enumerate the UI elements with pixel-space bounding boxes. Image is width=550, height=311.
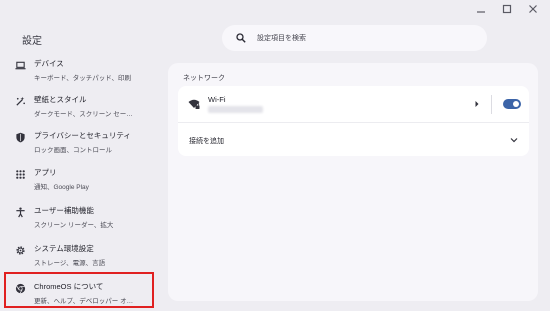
sidebar-item-device[interactable]: デバイス キーボード、タッチパッド、印刷 bbox=[14, 56, 154, 88]
add-connection-row[interactable]: 接続を追加 bbox=[178, 123, 529, 156]
search-input[interactable]: 設定項目を検索 bbox=[257, 33, 306, 43]
sidebar-item-subtitle: キーボード、タッチパッド、印刷 bbox=[34, 75, 131, 82]
wifi-network-name-redacted bbox=[208, 106, 263, 113]
laptop-icon bbox=[14, 59, 26, 71]
sidebar-item-title: アプリ bbox=[34, 168, 57, 177]
network-heading: ネットワーク bbox=[183, 75, 225, 82]
search-icon bbox=[236, 33, 246, 43]
sidebar-item-system[interactable]: システム環境設定 ストレージ、電源、言語 bbox=[14, 241, 154, 273]
sidebar-item-subtitle: ロック画面、コントロール bbox=[34, 147, 112, 154]
sidebar-item-subtitle: 通知、Google Play bbox=[34, 184, 89, 191]
chevron-right-icon[interactable] bbox=[474, 100, 480, 108]
chevron-down-icon[interactable] bbox=[510, 136, 518, 144]
highlight-box bbox=[4, 272, 154, 308]
sidebar-item-apps[interactable]: アプリ 通知、Google Play bbox=[14, 165, 154, 197]
sidebar-item-title: デバイス bbox=[34, 59, 64, 68]
apps-grid-icon bbox=[14, 168, 26, 180]
sidebar-item-accessibility[interactable]: ユーザー補助機能 スクリーン リーダー、拡大 bbox=[14, 203, 154, 235]
sidebar-item-title: プライバシーとセキュリティ bbox=[34, 131, 131, 140]
app-title: 設定 bbox=[22, 36, 42, 47]
toggle-knob bbox=[513, 101, 519, 107]
wifi-icon bbox=[188, 99, 200, 109]
sidebar-item-privacy[interactable]: プライバシーとセキュリティ ロック画面、コントロール bbox=[14, 128, 154, 160]
window-controls bbox=[474, 0, 550, 18]
sidebar-item-subtitle: ストレージ、電源、言語 bbox=[34, 260, 106, 267]
add-connection-label: 接続を追加 bbox=[189, 138, 224, 145]
network-card: Wi-Fi 接続を追加 bbox=[178, 86, 529, 156]
wifi-row[interactable]: Wi-Fi bbox=[178, 86, 529, 122]
shield-icon bbox=[14, 131, 26, 143]
palette-icon bbox=[14, 95, 26, 107]
search-bar[interactable]: 設定項目を検索 bbox=[222, 25, 487, 51]
sidebar-item-title: 壁紙とスタイル bbox=[34, 95, 87, 104]
gear-icon bbox=[14, 244, 26, 256]
sidebar-item-subtitle: スクリーン リーダー、拡大 bbox=[34, 222, 114, 229]
sidebar-item-subtitle: ダークモード、スクリーン セー… bbox=[34, 111, 133, 118]
wifi-label: Wi-Fi bbox=[208, 95, 226, 104]
sidebar-item-wallpaper[interactable]: 壁紙とスタイル ダークモード、スクリーン セー… bbox=[14, 92, 154, 124]
accessibility-icon bbox=[14, 206, 26, 218]
close-icon[interactable] bbox=[526, 2, 540, 16]
maximize-icon[interactable] bbox=[500, 2, 514, 16]
sidebar-item-title: ユーザー補助機能 bbox=[34, 206, 94, 215]
sidebar-item-title: システム環境設定 bbox=[34, 244, 94, 253]
minimize-icon[interactable] bbox=[474, 2, 488, 16]
wifi-toggle[interactable] bbox=[503, 99, 521, 109]
divider bbox=[491, 95, 492, 114]
